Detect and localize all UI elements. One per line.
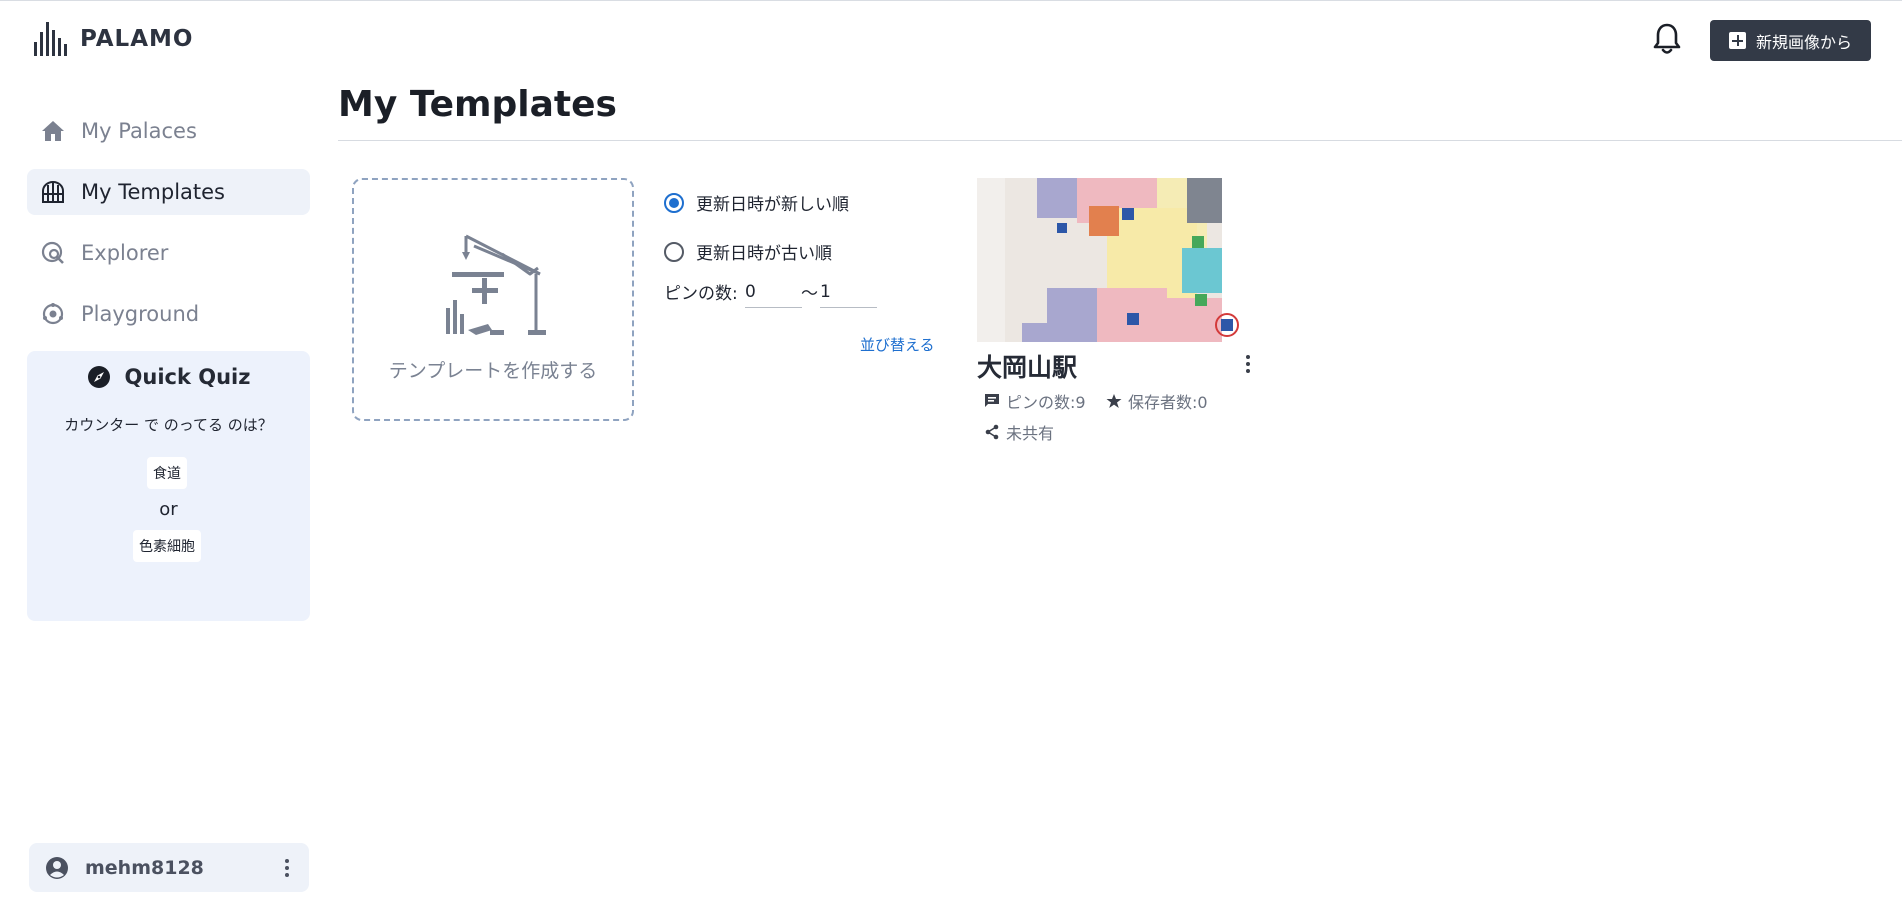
share-status-text: 未共有 [1006,424,1055,443]
template-name[interactable]: 大岡山駅 [977,348,1077,384]
template-share-status: 未共有 [984,420,1054,444]
new-from-image-label: 新規画像から [1755,32,1852,52]
sidebar-item-playground[interactable]: Playground [27,291,310,337]
add-box-icon [1728,32,1746,49]
construction-crane-icon [446,234,546,335]
username: mehm8128 [85,856,204,879]
pin-min-input[interactable] [745,277,802,308]
pin-count-label: ピンの数: [664,284,738,304]
sort-button[interactable]: 並び替える [860,334,935,355]
sort-oldest-radio[interactable]: 更新日時が古い順 [664,239,832,264]
app-logo[interactable]: PALAMO [34,22,193,56]
saver-count-text: 保存者数:0 [1128,393,1208,412]
logo-text: PALAMO [80,26,194,52]
more-vert-icon[interactable] [285,858,289,877]
sort-option-label: 更新日時が古い順 [696,244,832,264]
quiz-option-a[interactable]: 食道 [147,457,187,489]
sort-option-label: 更新日時が新しい順 [696,195,849,215]
template-thumbnail[interactable] [977,178,1261,342]
quick-quiz-panel: Quick Quiz カウンター で のってる のは？ 食道 or 色素細胞 [27,351,310,621]
sidebar-item-my-templates[interactable]: My Templates [27,169,310,215]
quiz-question: カウンター で のってる のは？ [64,416,273,434]
compass-icon [87,366,110,388]
account-circle-icon [46,856,68,879]
home-icon [41,119,65,143]
explore-icon [41,241,65,265]
pin-count-text: ピンの数:9 [1006,393,1086,412]
bars-logo-icon [34,22,67,56]
template-saver-count: 保存者数:0 [1106,389,1208,413]
sort-newest-radio[interactable]: 更新日時が新しい順 [664,190,849,215]
floor-map-image [977,178,1261,342]
pin-max-input[interactable] [820,277,877,308]
quiz-option-b[interactable]: 色素細胞 [133,530,201,562]
share-icon [985,424,999,440]
pin-range-separator: 〜 [801,284,818,304]
sidebar-item-label: My Templates [81,180,225,204]
top-border [0,0,1902,1]
quiz-or-text: or [159,499,178,520]
quiz-header: Quick Quiz [27,365,310,389]
comment-icon [985,394,999,407]
star-icon [1106,394,1122,408]
sidebar-item-explorer[interactable]: Explorer [27,230,310,276]
title-divider [338,140,1902,141]
sidebar-item-my-palaces[interactable]: My Palaces [27,108,310,154]
sidebar-item-label: My Palaces [81,119,197,143]
radio-checked-icon [664,192,684,213]
sidebar-item-label: Playground [81,302,200,326]
create-template-card[interactable]: テンプレートを作成する [352,178,634,421]
template-icon [41,180,65,204]
radio-unchecked-icon [664,241,684,262]
sidebar-item-label: Explorer [81,241,169,265]
template-pin-count: ピンの数:9 [984,389,1086,413]
create-template-label: テンプレートを作成する [388,360,598,382]
new-from-image-button[interactable]: 新規画像から [1710,20,1871,61]
quiz-title: Quick Quiz [124,365,251,389]
page-title: My Templates [338,84,617,125]
playground-icon [41,302,65,326]
notification-bell-icon[interactable] [1652,22,1682,56]
template-more-icon[interactable] [1236,350,1260,378]
user-account[interactable]: mehm8128 [29,843,309,892]
